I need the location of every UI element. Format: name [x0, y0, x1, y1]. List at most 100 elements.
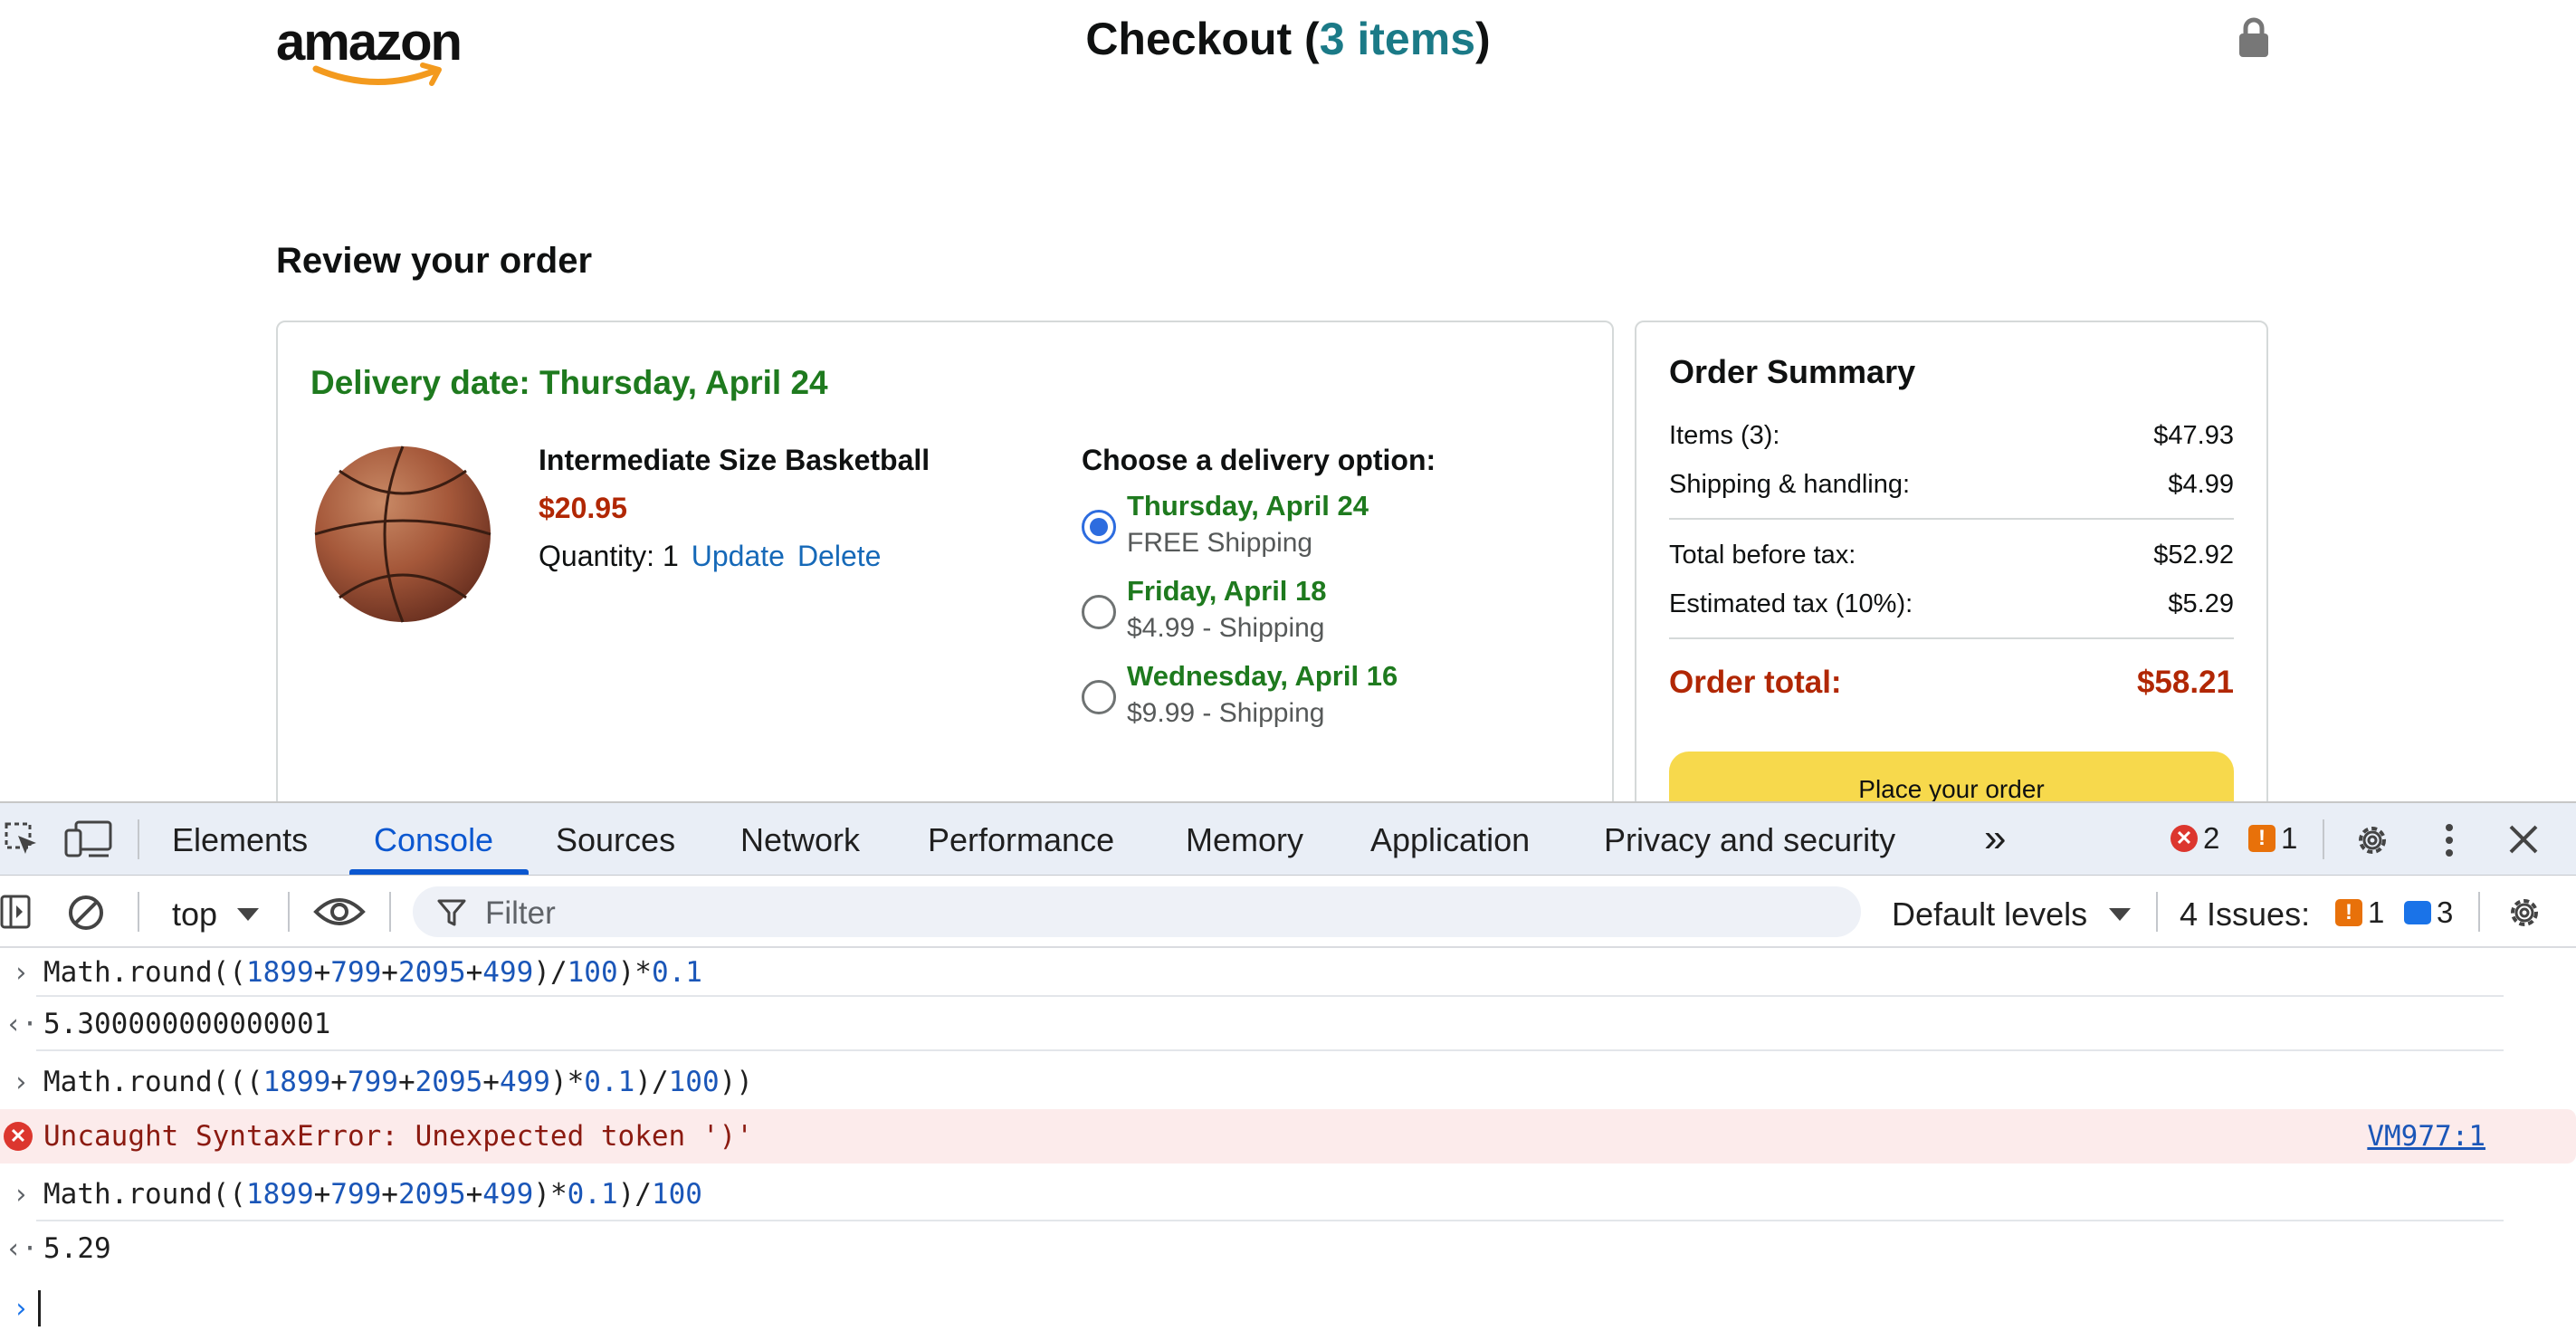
error-icon: ✕	[2171, 825, 2198, 852]
order-summary-title: Order Summary	[1669, 353, 1916, 390]
input-prompt-icon: ›	[12, 1066, 30, 1098]
item-price: $20.95	[539, 492, 627, 524]
delivery-radio[interactable]	[1082, 680, 1116, 714]
console-error-text[interactable]: Uncaught SyntaxError: Unexpected token '…	[43, 1120, 753, 1153]
console-toolbar: top Filter Default levels 4 Issues: ! 1	[0, 876, 2576, 948]
tab-console[interactable]: Console	[374, 821, 493, 859]
console-result-text[interactable]: 5.29	[43, 1232, 111, 1265]
issues-warning-badge[interactable]: ! 1	[2335, 895, 2384, 930]
issues-warning-count: 1	[2368, 895, 2385, 929]
summary-value: $47.93	[2153, 420, 2234, 450]
sidebar-toggle-icon[interactable]	[0, 894, 33, 930]
issues-info-count: 3	[2437, 895, 2454, 929]
item-quantity: Quantity: 1	[539, 540, 679, 572]
warning-count-badge[interactable]: ! 1	[2248, 821, 2297, 856]
delivery-date: Delivery date: Thursday, April 24	[310, 364, 828, 401]
review-title: Review your order	[276, 241, 593, 281]
toolbar-separator	[2478, 892, 2480, 932]
toolbar-separator	[288, 892, 290, 932]
delivery-option-date: Friday, April 18	[1127, 575, 1327, 607]
tab-sources[interactable]: Sources	[556, 821, 675, 859]
inspect-element-icon[interactable]	[4, 821, 40, 857]
warning-icon: !	[2248, 825, 2275, 852]
order-total-row: Order total: $58.21	[1669, 665, 2234, 701]
settings-gear-icon[interactable]	[2353, 821, 2391, 859]
checkout-label: Checkout (	[1085, 14, 1320, 64]
summary-row: Estimated tax (10%): $5.29	[1669, 579, 2234, 628]
devtools-panel: Elements Console Sources Network Perform…	[0, 801, 2576, 1331]
result-arrow-icon: ‹·	[5, 1008, 39, 1040]
filter-placeholder: Filter	[485, 895, 556, 931]
tab-application[interactable]: Application	[1370, 821, 1530, 859]
context-selector[interactable]: top	[172, 895, 217, 934]
toolbar-separator	[2156, 892, 2158, 932]
issues-info-badge[interactable]: 3	[2404, 895, 2453, 930]
device-toolbar-icon[interactable]	[63, 819, 114, 859]
message-icon	[2404, 901, 2431, 924]
checkout-page: amazon Checkout (3 items) Review your or…	[0, 0, 2576, 801]
warning-count: 1	[2281, 821, 2298, 855]
order-total-value: $58.21	[2136, 665, 2234, 700]
input-prompt-icon: ›	[12, 1178, 30, 1211]
summary-row: Total before tax: $52.92	[1669, 531, 2234, 579]
tab-privacy-security[interactable]: Privacy and security	[1604, 821, 1895, 859]
console-input-text[interactable]: Math.round((1899+799+2095+499)/100)*0.1	[43, 956, 702, 989]
checkout-item-count-link[interactable]: 3 items	[1320, 14, 1475, 64]
delivery-radio[interactable]	[1082, 510, 1116, 544]
result-arrow-icon: ‹·	[5, 1232, 39, 1265]
tab-performance[interactable]: Performance	[928, 821, 1114, 859]
more-tabs-icon[interactable]: »	[1984, 816, 2006, 861]
console-input-line: › Math.round((1899+799+2095+499)*0.1)/10…	[0, 1167, 2576, 1221]
summary-value: $4.99	[2168, 469, 2234, 499]
checkout-title: Checkout (3 items)	[0, 13, 2576, 65]
summary-value: $52.92	[2153, 540, 2234, 570]
summary-divider	[1669, 518, 2234, 520]
console-error-line: ✕ Uncaught SyntaxError: Unexpected token…	[0, 1109, 2576, 1163]
delivery-option-shipping: FREE Shipping	[1127, 528, 1313, 558]
update-link[interactable]: Update	[692, 540, 785, 573]
delivery-option-date: Thursday, April 24	[1127, 490, 1369, 522]
filter-input[interactable]: Filter	[413, 886, 1861, 937]
clear-console-icon[interactable]	[67, 894, 105, 932]
prompt-icon: ›	[12, 1292, 30, 1325]
delivery-radio[interactable]	[1082, 595, 1116, 629]
warning-icon: !	[2335, 899, 2362, 926]
item-name: Intermediate Size Basketball	[539, 444, 930, 476]
tab-elements[interactable]: Elements	[172, 821, 308, 859]
summary-label: Items (3):	[1669, 420, 1780, 450]
console-prompt[interactable]: ›	[0, 1281, 2576, 1331]
live-expression-eye-icon[interactable]	[313, 894, 366, 930]
summary-row: Shipping & handling: $4.99	[1669, 460, 2234, 509]
item-info: Intermediate Size Basketball $20.95 Quan…	[539, 444, 930, 573]
toolbar-separator	[138, 892, 139, 932]
console-input-text[interactable]: Math.round(((1899+799+2095+499)*0.1)/100…	[43, 1066, 753, 1098]
close-icon[interactable]	[2507, 823, 2540, 856]
active-tab-indicator	[349, 869, 529, 875]
delivery-option[interactable]: Thursday, April 24 FREE Shipping	[1082, 490, 1436, 559]
error-icon: ✕	[4, 1122, 33, 1151]
delivery-option-shipping: $9.99 - Shipping	[1127, 698, 1325, 728]
text-caret	[38, 1290, 41, 1326]
error-count-badge[interactable]: ✕ 2	[2171, 821, 2219, 856]
delete-link[interactable]: Delete	[797, 540, 882, 573]
order-total-label: Order total:	[1669, 665, 1842, 700]
tab-memory[interactable]: Memory	[1186, 821, 1303, 859]
delivery-option[interactable]: Friday, April 18 $4.99 - Shipping	[1082, 575, 1436, 644]
error-count: 2	[2203, 821, 2220, 855]
delivery-option[interactable]: Wednesday, April 16 $9.99 - Shipping	[1082, 660, 1436, 729]
summary-value: $5.29	[2168, 589, 2234, 618]
place-order-button[interactable]: Place your order	[1669, 752, 2234, 801]
toolbar-separator	[389, 892, 391, 932]
console-result-line: ‹· 5.300000000000001	[0, 997, 2576, 1051]
console-result-text[interactable]: 5.300000000000001	[43, 1008, 330, 1040]
issues-label[interactable]: 4 Issues:	[2180, 895, 2310, 934]
order-summary-card: Order Summary Items (3): $47.93 Shipping…	[1635, 321, 2268, 801]
log-levels-dropdown[interactable]: Default levels	[1892, 895, 2087, 934]
console-settings-gear-icon[interactable]	[2505, 894, 2543, 932]
console-input-text[interactable]: Math.round((1899+799+2095+499)*0.1)/100	[43, 1178, 702, 1211]
toolbar-separator	[138, 819, 139, 859]
more-options-icon[interactable]	[2438, 821, 2460, 859]
tab-network[interactable]: Network	[740, 821, 860, 859]
console-input-line: › Math.round(((1899+799+2095+499)*0.1)/1…	[0, 1055, 2576, 1109]
error-source-link[interactable]: VM977:1	[2367, 1120, 2485, 1153]
